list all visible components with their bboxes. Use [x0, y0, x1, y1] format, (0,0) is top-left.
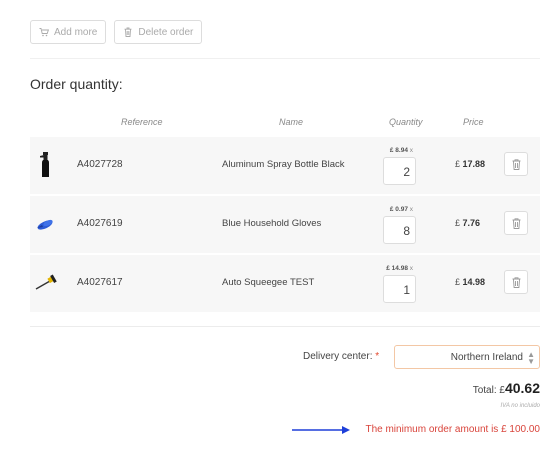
- quantity-input[interactable]: 1: [383, 275, 416, 303]
- row-price: £ 7.76: [455, 218, 481, 228]
- row-unit-price: £ 14.98 x: [386, 265, 413, 272]
- required-marker: *: [375, 351, 380, 362]
- row-product-name: Blue Household Gloves: [222, 218, 322, 229]
- trash-icon: [512, 158, 520, 170]
- tax-note: IVA no incluido: [500, 403, 540, 409]
- delete-item-button[interactable]: [504, 152, 528, 176]
- delivery-center-label: Delivery center: *: [303, 351, 380, 362]
- section-title: Order quantity:: [30, 76, 123, 92]
- row-product-name: Auto Squeegee TEST: [222, 277, 315, 288]
- trash-icon: [512, 276, 520, 288]
- select-caret-icon: ▲ ▼: [527, 350, 535, 366]
- order-toolbar: Add more Delete order: [30, 20, 203, 44]
- table-row: A4027617 Auto Squeegee TEST £ 14.98 x 1 …: [30, 255, 540, 312]
- header-price: Price: [463, 117, 484, 127]
- arrow-icon: [292, 426, 350, 434]
- trash-icon: [512, 217, 520, 229]
- row-reference: A4027617: [77, 277, 123, 288]
- quantity-input[interactable]: 2: [383, 157, 416, 185]
- minimum-order-message: The minimum order amount is £ 100.00: [365, 424, 540, 435]
- row-price: £ 17.88: [455, 159, 486, 169]
- cart-icon: [39, 28, 49, 37]
- squeegee-icon: [34, 269, 58, 297]
- spray-bottle-icon: [34, 151, 58, 179]
- table-row: A4027728 Aluminum Spray Bottle Black £ 8…: [30, 137, 540, 194]
- delivery-center-value: Northern Ireland: [450, 352, 523, 363]
- delivery-center-select[interactable]: Northern Ireland ▲ ▼: [394, 345, 540, 369]
- gloves-icon: [34, 210, 58, 238]
- row-reference: A4027728: [77, 159, 123, 170]
- total-value: 40.62: [504, 380, 540, 396]
- add-more-label: Add more: [54, 26, 98, 38]
- divider: [30, 326, 540, 327]
- header-reference: Reference: [121, 117, 163, 127]
- delete-order-label: Delete order: [138, 26, 194, 38]
- delete-item-button[interactable]: [504, 211, 528, 235]
- delete-order-button[interactable]: Delete order: [114, 20, 203, 44]
- divider: [30, 58, 540, 59]
- row-unit-price: £ 8.94 x: [389, 147, 413, 154]
- total-label: Total: £: [472, 385, 505, 396]
- header-quantity: Quantity: [389, 117, 423, 127]
- trash-icon: [124, 27, 132, 37]
- table-row: A4027619 Blue Household Gloves £ 0.97 x …: [30, 196, 540, 253]
- add-more-button[interactable]: Add more: [30, 20, 107, 44]
- table-header: Reference Name Quantity Price: [30, 117, 540, 129]
- quantity-input[interactable]: 8: [383, 216, 416, 244]
- order-total: Total: £40.62: [473, 380, 540, 396]
- delete-item-button[interactable]: [504, 270, 528, 294]
- row-unit-price: £ 0.97 x: [389, 206, 413, 213]
- header-name: Name: [279, 117, 304, 127]
- row-price: £ 14.98: [455, 277, 486, 287]
- row-reference: A4027619: [77, 218, 123, 229]
- row-product-name: Aluminum Spray Bottle Black: [222, 159, 345, 170]
